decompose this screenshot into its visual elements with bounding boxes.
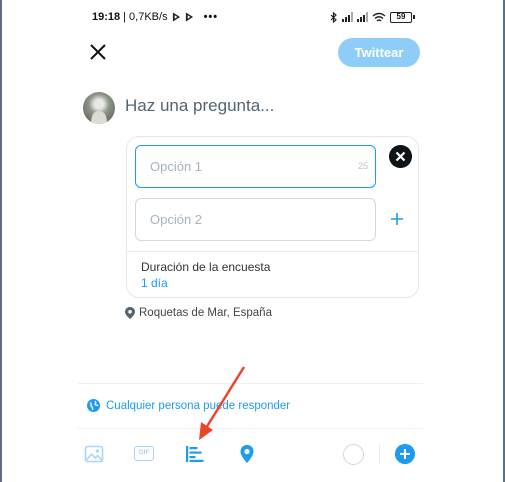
annotation-arrow	[199, 366, 246, 440]
